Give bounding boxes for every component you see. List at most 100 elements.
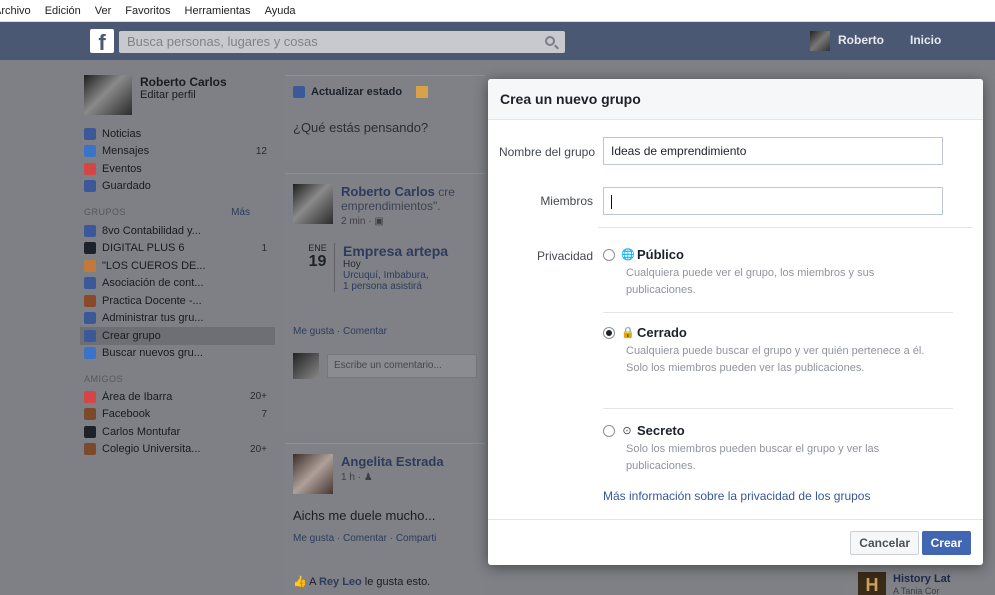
saved-icon — [84, 180, 96, 193]
sidebar-item-friends[interactable]: Colegio Universita... 20+ — [80, 441, 275, 459]
sidebar-item-label: 8vo Contabilidad y... — [102, 224, 201, 237]
privacy-label: Privacidad — [536, 249, 593, 263]
group-icon — [84, 224, 96, 237]
book-icon — [84, 294, 96, 307]
history-channel-logo[interactable]: H — [858, 572, 886, 595]
post-author-name[interactable]: Angelita Estrada — [341, 454, 444, 469]
profile-name[interactable]: Roberto Carlos — [140, 75, 227, 89]
status-input[interactable]: ¿Qué estás pensando? — [285, 108, 485, 135]
sidebar-item-main_items[interactable]: Eventos — [80, 160, 275, 178]
sidebar-item-groups[interactable]: Asociación de cont... — [80, 275, 275, 293]
sidebar-item-main_items[interactable]: Guardado — [80, 178, 275, 196]
pencil-icon — [293, 86, 305, 98]
calendar-icon: ▣ — [374, 216, 384, 227]
members-input[interactable] — [603, 187, 943, 215]
sidebar-item-label: Área de Ibarra — [102, 390, 173, 403]
sidebar-item-groups[interactable]: DIGITAL PLUS 6 1 — [80, 240, 275, 258]
menu-archivo[interactable]: Archivo — [0, 5, 31, 17]
sidebar-group-items: 8vo Contabilidad y... DIGITAL PLUS 6 1 "LOS… — [80, 222, 275, 362]
post-header: Angelita Estrada 1 h · ♟ — [285, 444, 485, 494]
sidebar-item-label: Mensajes — [102, 145, 150, 158]
menu-herramientas[interactable]: Herramientas — [185, 5, 251, 17]
menu-edicion[interactable]: Edición — [45, 5, 81, 17]
lock-icon: 🔒 — [621, 327, 635, 339]
sidebar-item-friends[interactable]: Carlos Montufar — [80, 423, 275, 441]
update-status-tab[interactable]: Actualizar estado — [311, 86, 402, 98]
divider — [598, 227, 973, 228]
sidebar-item-label: Guardado — [102, 180, 151, 193]
groups-header: GRUPOS — [84, 207, 127, 217]
news-feed-icon — [84, 127, 96, 140]
sidebar-item-friends[interactable]: Facebook 7 — [80, 406, 275, 424]
facebook-logo-icon[interactable]: f — [90, 29, 114, 55]
friends-audience-icon: ♟ — [363, 472, 373, 483]
sidebar-item-main_items[interactable]: Mensajes 12 — [80, 143, 275, 161]
post-author-avatar[interactable] — [293, 454, 333, 494]
create-button[interactable]: Crear — [921, 531, 971, 555]
feed-post: Roberto Carlos cre emprendimientos". 2 m… — [285, 173, 485, 433]
sidebar-item-groups[interactable]: Practica Docente -... — [80, 292, 275, 310]
cancel-button[interactable]: Cancelar — [850, 531, 919, 555]
post-header: Roberto Carlos cre emprendimientos". 2 m… — [285, 174, 485, 227]
public-radio[interactable] — [603, 249, 615, 261]
menu-ver[interactable]: Ver — [95, 5, 112, 17]
closed-radio[interactable] — [603, 327, 615, 339]
post-author-avatar[interactable] — [293, 184, 333, 224]
event-attendance[interactable]: 1 persona asistirá — [343, 281, 448, 292]
sidebar-item-main_items[interactable]: Noticias — [80, 125, 275, 143]
secret-description: Solo los miembros pueden buscar el grupo… — [626, 443, 880, 472]
sidebar-item-groups[interactable]: Buscar nuevos gru... — [80, 345, 275, 363]
sidebar-item-groups[interactable]: Crear grupo — [80, 327, 275, 345]
briefcase-icon — [84, 408, 96, 421]
history-page-title[interactable]: History Lat — [893, 573, 950, 585]
post-timestamp[interactable]: 2 min · ▣ — [341, 216, 455, 227]
friends-section-header: AMIGOS — [84, 374, 275, 384]
post-actions[interactable]: Me gusta · Comentar · Comparti — [285, 533, 485, 544]
groups-section-header: GRUPOS Más — [84, 207, 275, 218]
graduation-cap-icon — [84, 425, 96, 438]
home-link[interactable]: Inicio — [910, 33, 941, 47]
post-actions[interactable]: Me gusta · Comentar — [285, 326, 485, 337]
divider — [603, 408, 953, 409]
sidebar-profile[interactable]: Roberto Carlos Editar perfil — [80, 75, 275, 115]
menu-favoritos[interactable]: Favoritos — [125, 5, 170, 17]
liker-name[interactable]: Rey Leo — [319, 576, 362, 588]
sidebar-friend-items: Área de Ibarra 20+ Facebook 7 Carlos Montufa… — [80, 388, 275, 458]
user-name-link[interactable]: Roberto — [838, 33, 884, 47]
search-icon[interactable] — [545, 36, 555, 46]
graduation-cap-icon — [84, 242, 96, 255]
left-sidebar: Roberto Carlos Editar perfil Noticias Men… — [80, 75, 275, 458]
facebook-top-bar: f Busca personas, lugares y cosas Robert… — [0, 22, 995, 60]
messages-icon — [84, 145, 96, 158]
sidebar-item-groups[interactable]: "LOS CUEROS DE... — [80, 257, 275, 275]
sidebar-item-label: Administrar tus gru... — [102, 312, 204, 325]
sidebar-item-groups[interactable]: 8vo Contabilidad y... — [80, 222, 275, 240]
sidebar-item-groups[interactable]: Administrar tus gru... — [80, 310, 275, 328]
secret-radio[interactable] — [603, 425, 615, 437]
post-timestamp[interactable]: 1 h · ♟ — [341, 472, 444, 483]
post-author-name[interactable]: Roberto Carlos — [341, 184, 435, 199]
closed-description: Cualquiera puede buscar el grupo y ver q… — [626, 345, 925, 374]
menu-ayuda[interactable]: Ayuda — [265, 5, 296, 17]
groups-more-link[interactable]: Más — [231, 207, 250, 218]
search-input[interactable]: Busca personas, lugares y cosas — [119, 31, 565, 53]
secret-title: Secreto — [637, 423, 685, 438]
user-avatar[interactable] — [810, 31, 830, 51]
likes-summary: 👍 A Rey Leo le gusta esto. — [293, 575, 430, 588]
comment-input[interactable]: Escribe un comentario... — [327, 354, 477, 378]
sidebar-item-count: 7 — [261, 408, 267, 420]
photo-icon[interactable] — [416, 86, 429, 98]
likes-suffix: le gusta esto. — [361, 576, 431, 588]
group-name-input[interactable]: Ideas de emprendimiento — [603, 137, 943, 165]
divider — [603, 312, 953, 313]
event-title[interactable]: Empresa artepa — [343, 243, 448, 259]
event-date: ENE 19 — [301, 243, 335, 292]
edit-profile-link[interactable]: Editar perfil — [140, 89, 227, 101]
profile-photo[interactable] — [84, 75, 132, 115]
event-attachment[interactable]: ENE 19 Empresa artepa Hoy Urcuquí, Imbab… — [301, 243, 485, 292]
post-text: Aichs me duele mucho... — [293, 508, 436, 523]
post-time-text: 1 h · — [341, 472, 364, 483]
event-location[interactable]: Urcuquí, Imbabura, — [343, 270, 448, 281]
privacy-info-link[interactable]: Más información sobre la privacidad de l… — [603, 489, 870, 503]
sidebar-item-friends[interactable]: Área de Ibarra 20+ — [80, 388, 275, 406]
